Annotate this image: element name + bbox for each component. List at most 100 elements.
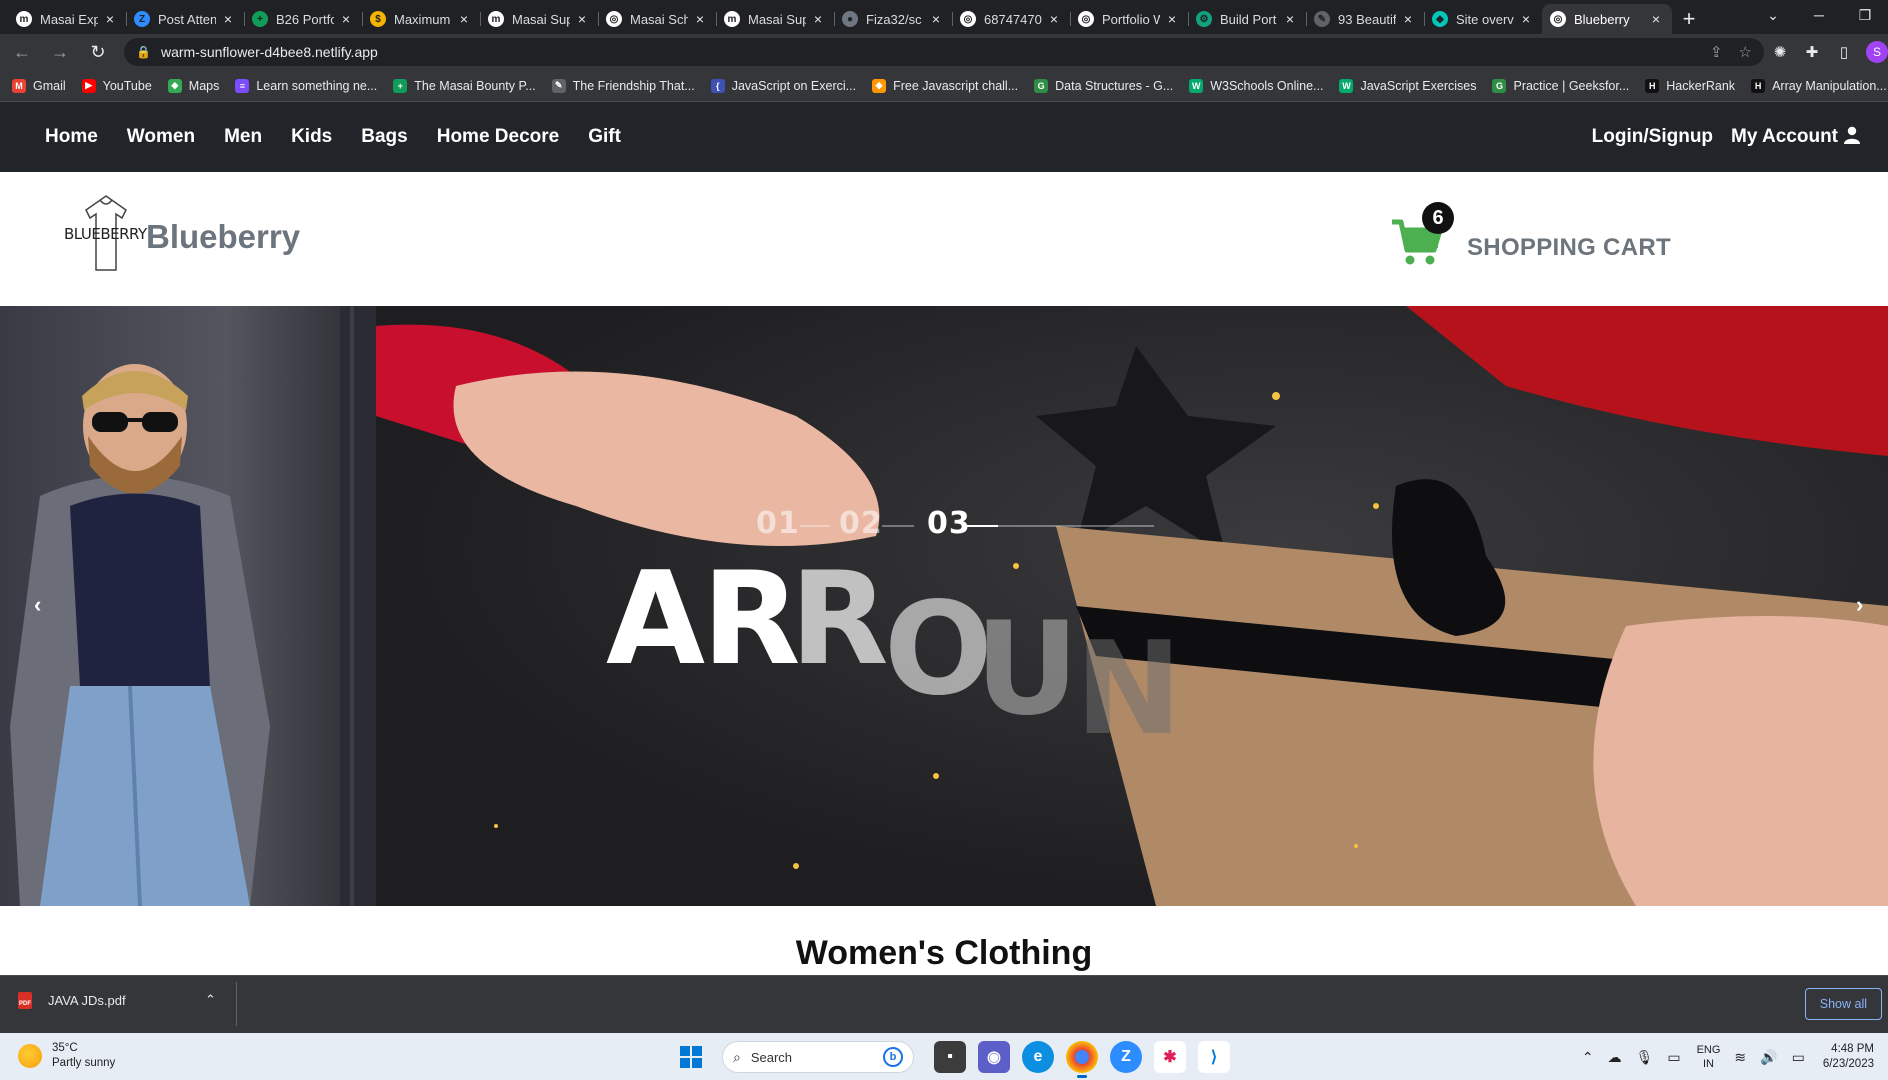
bookmark-item[interactable]: + The Masai Bounty P... (393, 78, 536, 93)
nav-link-home[interactable]: Home (45, 126, 98, 148)
tab-close-icon[interactable]: × (338, 11, 354, 27)
browser-tab[interactable]: ✎ 93 Beautif × (1306, 4, 1424, 34)
bookmark-item[interactable]: M Gmail (12, 78, 66, 93)
login-signup-link[interactable]: Login/Signup (1592, 126, 1713, 148)
slack-icon[interactable]: ✱ (1154, 1041, 1186, 1073)
logo[interactable]: BLUEBERRY (64, 192, 148, 276)
onedrive-icon[interactable]: ☁ (1608, 1049, 1622, 1066)
new-tab-button[interactable]: + (1672, 4, 1706, 34)
side-panel-icon[interactable]: ▯ (1828, 43, 1860, 61)
slider-next-arrow[interactable]: › (1856, 592, 1863, 618)
tab-close-icon[interactable]: × (574, 11, 590, 27)
my-account-link[interactable]: My Account (1731, 126, 1860, 148)
browser-tab[interactable]: $ Maximum × (362, 4, 480, 34)
extensions-puzzle-icon[interactable]: ✚ (1796, 43, 1828, 61)
browser-tab[interactable]: ◎ Masai Sch × (598, 4, 716, 34)
slide-index-3[interactable]: 03 (927, 506, 971, 541)
tab-close-icon[interactable]: × (456, 11, 472, 27)
nav-link-men[interactable]: Men (224, 126, 262, 148)
address-url[interactable]: warm-sunflower-d4bee8.netlify.app (161, 44, 1694, 60)
nav-link-bags[interactable]: Bags (361, 126, 407, 148)
tab-search-icon[interactable]: ⌄ (1750, 7, 1796, 24)
battery-icon[interactable]: ▭ (1792, 1049, 1805, 1066)
bookmark-item[interactable]: W JavaScript Exercises (1339, 78, 1476, 93)
bookmark-item[interactable]: ◆ Maps (167, 78, 219, 93)
tab-close-icon[interactable]: × (1400, 11, 1416, 27)
browser-tab[interactable]: ● Fiza32/sc × (834, 4, 952, 34)
bookmark-item[interactable]: H HackerRank (1645, 78, 1735, 93)
tab-close-icon[interactable]: × (1518, 11, 1534, 27)
language-indicator[interactable]: ENG IN (1697, 1043, 1721, 1071)
shopping-cart-label[interactable]: SHOPPING CART (1467, 234, 1671, 262)
bing-icon[interactable]: b (883, 1047, 903, 1067)
zoom-icon[interactable]: Z (1110, 1041, 1142, 1073)
restore-button[interactable]: ❐ (1842, 7, 1888, 24)
bookmark-item[interactable]: ✎ The Friendship That... (551, 78, 695, 93)
bookmark-item[interactable]: G Practice | Geeksfor... (1492, 78, 1629, 93)
tab-close-icon[interactable]: × (1046, 11, 1062, 27)
nav-link-gift[interactable]: Gift (588, 126, 621, 148)
lock-icon[interactable]: 🔒 (136, 45, 151, 59)
vscode-icon[interactable]: ⟩ (1198, 1041, 1230, 1073)
show-hidden-icons-chevron-icon[interactable]: ⌃ (1582, 1049, 1594, 1066)
tab-close-icon[interactable]: × (1164, 11, 1180, 27)
show-all-downloads-button[interactable]: Show all (1804, 988, 1882, 1020)
bookmark-item[interactable]: G Data Structures - G... (1034, 78, 1173, 93)
bookmark-star-icon[interactable]: ☆ (1739, 43, 1752, 61)
teams-chat-icon[interactable]: ◉ (978, 1041, 1010, 1073)
chrome-browser-icon[interactable] (1066, 1041, 1098, 1078)
browser-tab[interactable]: ⚙ Build Port × (1188, 4, 1306, 34)
forward-button[interactable]: → (44, 36, 76, 68)
slider-prev-arrow[interactable]: ‹ (34, 592, 41, 618)
browser-tab[interactable]: m Masai Sup × (480, 4, 598, 34)
microphone-icon[interactable]: 🎙 (1636, 1049, 1654, 1066)
bookmark-item[interactable]: ▶ YouTube (81, 78, 152, 93)
slide-index-1[interactable]: 01 (756, 506, 800, 541)
display-icon[interactable]: ▭ (1667, 1049, 1680, 1066)
bookmark-item[interactable]: ≡ Learn something ne... (235, 78, 377, 93)
browser-tab[interactable]: ◆ Site overv × (1424, 4, 1542, 34)
wifi-icon[interactable]: ≋ (1734, 1049, 1746, 1066)
reload-button[interactable]: ↻ (82, 36, 114, 68)
tab-close-icon[interactable]: × (692, 11, 708, 27)
nav-link-home-decore[interactable]: Home Decore (437, 126, 560, 148)
browser-tab[interactable]: m Masai Exp × (8, 4, 126, 34)
share-icon[interactable]: ⇪ (1710, 43, 1723, 61)
tab-close-icon[interactable]: × (810, 11, 826, 27)
download-item[interactable]: PDF JAVA JDs.pdf (18, 992, 126, 1009)
bookmark-item[interactable]: {JavaScript on Exerci... (710, 78, 856, 93)
browser-tab[interactable]: ◎ 68747470 × (952, 4, 1070, 34)
tab-close-icon[interactable]: × (928, 11, 944, 27)
minimize-button[interactable]: ─ (1796, 7, 1842, 23)
bookmark-item[interactable]: ◆ Free Javascript chall... (872, 78, 1018, 93)
bookmark-item[interactable]: W W3Schools Online... (1189, 78, 1323, 93)
tab-close-icon[interactable]: × (1648, 11, 1664, 27)
taskbar-apps: ⌕ Search b ▪ ◉ e Z ✱ ⟩ (680, 1039, 1236, 1078)
browser-tab[interactable]: ◎ Portfolio W × (1070, 4, 1188, 34)
bookmark-item[interactable]: H Array Manipulation... (1751, 78, 1887, 93)
edge-browser-icon[interactable]: e (1022, 1041, 1054, 1073)
file-explorer-icon[interactable]: ▪ (934, 1041, 966, 1073)
nav-link-kids[interactable]: Kids (291, 126, 332, 148)
windows-start-icon[interactable] (680, 1046, 702, 1068)
browser-tab[interactable]: Z Post Atten × (126, 4, 244, 34)
weather-widget[interactable]: 35°C Partly sunny (18, 1041, 115, 1071)
profile-avatar[interactable]: S (1866, 41, 1888, 63)
cart-button[interactable]: 6 (1390, 202, 1454, 272)
brand-name[interactable]: Blueberry (146, 218, 300, 256)
nav-link-women[interactable]: Women (127, 126, 195, 148)
browser-tab[interactable]: + B26 Portfo × (244, 4, 362, 34)
clock[interactable]: 4:48 PM 6/23/2023 (1823, 1042, 1874, 1072)
tab-close-icon[interactable]: × (102, 11, 118, 27)
tab-close-icon[interactable]: × (220, 11, 236, 27)
taskbar-search-box[interactable]: ⌕ Search b (722, 1041, 914, 1073)
volume-icon[interactable]: 🔊 (1760, 1049, 1777, 1066)
browser-tab[interactable]: m Masai Sup × (716, 4, 834, 34)
tab-close-icon[interactable]: × (1282, 11, 1298, 27)
back-button[interactable]: ← (6, 36, 38, 68)
color-extension-icon[interactable]: ✺ (1764, 43, 1796, 61)
address-bar[interactable]: 🔒 warm-sunflower-d4bee8.netlify.app ⇪ ☆ (124, 38, 1764, 66)
slide-index-2[interactable]: 02 (839, 506, 883, 541)
browser-tab[interactable]: ◎ Blueberry × (1542, 4, 1672, 34)
download-options-chevron-icon[interactable]: ⌃ (205, 992, 216, 1008)
